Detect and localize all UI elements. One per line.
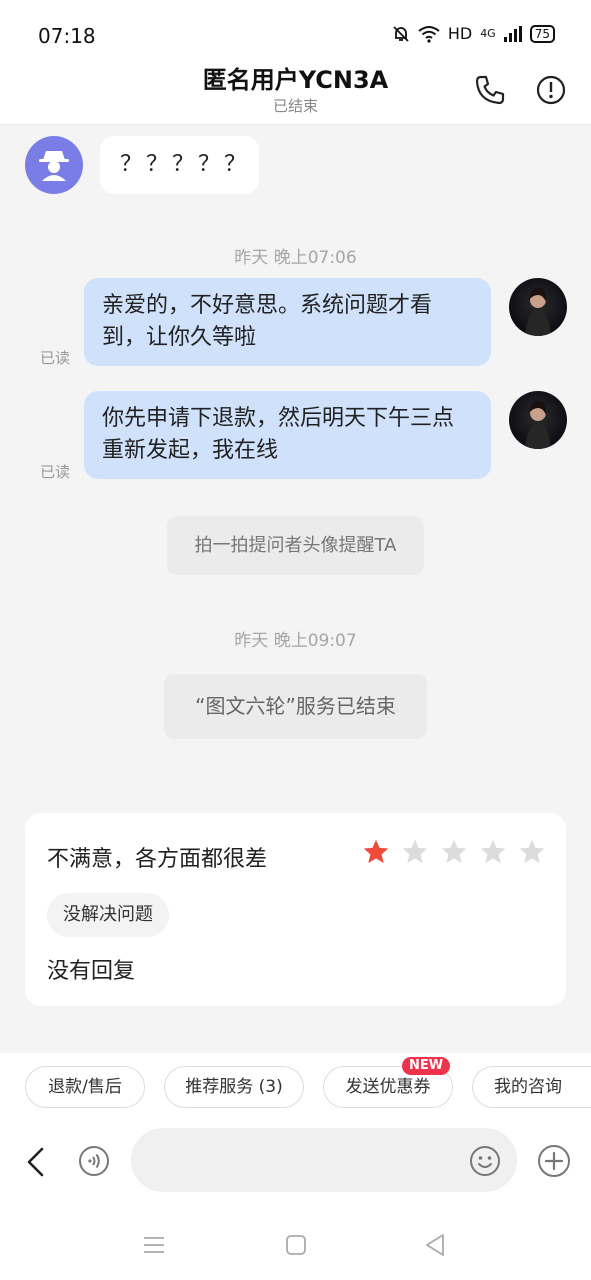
back-nav-icon[interactable] (424, 1233, 446, 1257)
system-nav-bar (0, 1212, 591, 1280)
star-icon (519, 839, 545, 864)
menu-nav-icon[interactable] (143, 1234, 165, 1256)
voice-icon[interactable] (78, 1145, 110, 1177)
recommend-service-button[interactable]: 推荐服务 (3) (164, 1066, 304, 1108)
status-icons: HD 4G 75 (392, 24, 555, 43)
incoming-message: ？？？？？ (100, 136, 259, 194)
rating-card: 不满意，各方面都很差 没解决问题 没有回复 (25, 813, 566, 1006)
star-icon (363, 839, 389, 864)
read-status: 已读 (40, 349, 71, 367)
star-rating (362, 838, 546, 866)
status-bar: 07:18 HD 4G 75 (0, 0, 591, 60)
timestamp: 昨天 晚上07:06 (234, 248, 357, 268)
anonymous-avatar[interactable] (25, 136, 83, 194)
status-time: 07:18 (38, 24, 96, 48)
star-icon (480, 839, 506, 864)
star-icon (441, 839, 467, 864)
info-icon[interactable] (533, 72, 569, 108)
service-ended-message: “图文六轮”服务已结束 (164, 674, 427, 739)
nudge-system-message[interactable]: 拍一拍提问者头像提醒TA (167, 516, 424, 575)
battery-indicator: 75 (529, 24, 555, 43)
back-icon[interactable] (22, 1146, 50, 1178)
rating-title: 不满意，各方面都很差 (47, 847, 268, 872)
signal-icon (503, 25, 522, 42)
rating-comment: 没有回复 (47, 959, 136, 984)
anonymous-user-icon (39, 151, 69, 181)
timestamp: 昨天 晚上09:07 (234, 631, 357, 651)
wifi-icon (418, 25, 440, 43)
plus-icon[interactable] (537, 1144, 571, 1178)
my-consultations-button[interactable]: 我的咨询 (472, 1066, 591, 1108)
message-input[interactable] (131, 1128, 517, 1192)
outgoing-message: 你先申请下退款，然后明天下午三点重新发起，我在线 (84, 391, 491, 479)
chat-header: 匿名用户YCN3A 已结束 (0, 60, 591, 125)
refund-button[interactable]: 退款/售后 (25, 1066, 145, 1108)
phone-icon[interactable] (472, 72, 508, 108)
chat-area[interactable]: ？？？？？ 昨天 晚上07:06 已读 亲爱的，不好意思。系统问题才看到，让你久… (0, 125, 591, 1053)
rating-tag: 没解决问题 (47, 893, 169, 937)
network-label: HD (447, 24, 473, 43)
consultant-photo-icon (525, 400, 551, 449)
outgoing-message: 亲爱的，不好意思。系统问题才看到，让你久等啦 (84, 278, 491, 366)
mute-bell-icon (393, 25, 409, 42)
new-badge: NEW (402, 1057, 451, 1075)
consultant-avatar[interactable] (509, 391, 567, 449)
consultant-avatar[interactable] (509, 278, 567, 336)
input-row (0, 1126, 591, 1196)
emoji-icon[interactable] (469, 1145, 501, 1177)
signal-label: 4G (480, 27, 496, 40)
read-status: 已读 (40, 463, 71, 481)
consultant-photo-icon (525, 287, 551, 336)
home-nav-icon[interactable] (285, 1234, 307, 1256)
star-icon (402, 839, 428, 864)
